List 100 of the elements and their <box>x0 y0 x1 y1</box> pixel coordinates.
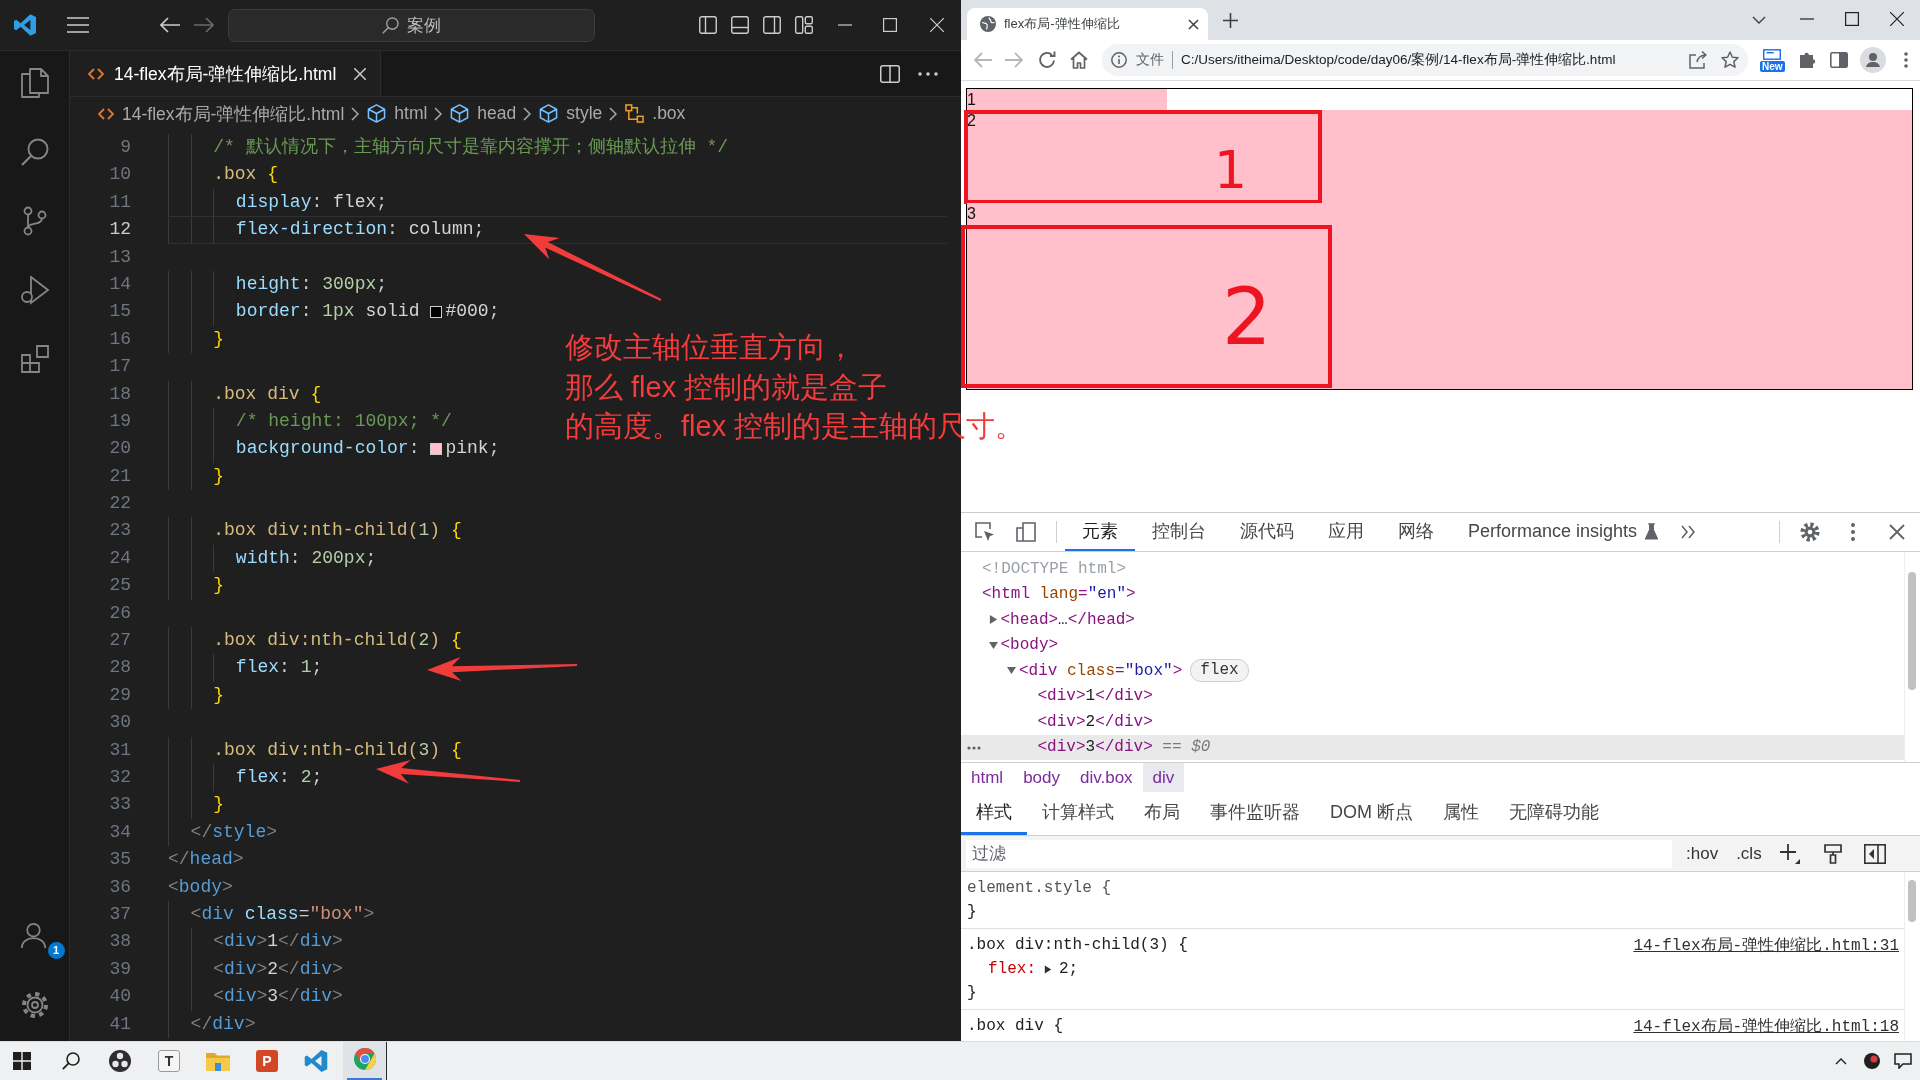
devtools-tab[interactable]: 元素 <box>1065 513 1135 551</box>
layout-badge[interactable]: flex <box>1190 659 1249 683</box>
disclosure-triangle-icon[interactable] <box>988 615 998 625</box>
code-editor-icon[interactable] <box>304 1050 328 1072</box>
paint-roller-icon[interactable] <box>1823 843 1842 864</box>
styles-pane-tab[interactable]: 无障碍功能 <box>1494 792 1614 835</box>
side-panel-icon[interactable] <box>1829 52 1848 68</box>
devtools-tab[interactable]: 源代码 <box>1223 513 1311 551</box>
dom-node[interactable]: <div>2</div> <box>1037 712 1153 731</box>
split-editor-icon[interactable] <box>880 64 900 83</box>
dom-node[interactable]: <html lang="en"> <box>982 585 1136 604</box>
app-tile[interactable]: T <box>158 1050 180 1072</box>
search-icon[interactable] <box>62 1052 80 1070</box>
start-icon[interactable] <box>13 1052 31 1070</box>
element-breadcrumb[interactable]: div <box>1142 763 1185 792</box>
element-breadcrumb[interactable]: html <box>961 763 1014 792</box>
selected-row-highlight[interactable]: <div>3</div> == $0 <box>961 734 1904 760</box>
dom-node[interactable]: <div>1</div> <box>1037 687 1153 706</box>
color-swatch-icon[interactable] <box>430 443 443 455</box>
color-swatch-icon[interactable] <box>430 306 443 319</box>
breadcrumb-item[interactable]: 14-flex布局-弹性伸缩比.html <box>98 101 345 126</box>
kebab-menu-icon[interactable] <box>1903 52 1908 68</box>
inspect-icon[interactable] <box>975 522 995 542</box>
devtools-tab[interactable]: 网络 <box>1381 513 1451 551</box>
css-value[interactable]: 2; <box>1059 960 1079 978</box>
styles-pane-tab[interactable]: 事件监听器 <box>1195 792 1315 835</box>
dom-node[interactable]: <body> <box>1000 636 1059 655</box>
filter-field[interactable]: 过滤 <box>966 839 1672 868</box>
maximize-icon[interactable] <box>1845 12 1859 26</box>
forward-arrow-icon[interactable] <box>194 17 214 33</box>
share-icon[interactable] <box>1689 51 1707 69</box>
source-link[interactable]: 14-flex布局-弹性伸缩比.html:31 <box>1633 934 1899 956</box>
styles-pane-tab[interactable]: 布局 <box>1129 792 1195 835</box>
devtools-tab[interactable]: 控制台 <box>1135 513 1223 551</box>
info-icon[interactable] <box>1111 52 1127 68</box>
extensions-icon[interactable] <box>19 344 50 374</box>
files-icon[interactable] <box>19 68 50 98</box>
element-breadcrumb[interactable]: body <box>1013 763 1070 792</box>
disclosure-triangle-icon[interactable] <box>1044 964 1052 974</box>
css-property[interactable]: flex: <box>988 960 1036 978</box>
menu-icon[interactable] <box>67 17 89 33</box>
command-center[interactable]: 案例 <box>228 8 595 42</box>
settings-icon[interactable] <box>1800 522 1820 542</box>
disclosure-triangle-icon[interactable] <box>988 640 998 650</box>
profile-icon[interactable] <box>1859 47 1886 73</box>
back-arrow-icon[interactable] <box>160 17 180 33</box>
more-icon[interactable] <box>918 71 938 76</box>
puzzle-icon[interactable] <box>1798 51 1817 69</box>
url-text[interactable]: C:/Users/itheima/Desktop/code/day06/案例/14-flex布局-弹性伸缩比.html <box>1181 51 1616 69</box>
disclosure-triangle-icon[interactable] <box>1007 666 1016 676</box>
address-bar[interactable]: 文件 C:/Users/itheima/Desktop/code/day06/案例/14-flex布局-弹性伸缩比.html <box>1102 44 1748 76</box>
styles-pane-tab[interactable]: 属性 <box>1428 792 1494 835</box>
new-tab-icon[interactable] <box>1223 13 1238 28</box>
layout-grid-icon[interactable] <box>795 16 813 34</box>
styles-pane-tab[interactable]: DOM 断点 <box>1315 792 1428 835</box>
app-tile[interactable]: P <box>256 1050 278 1072</box>
disc-app-icon[interactable] <box>108 1050 132 1072</box>
editor-tab[interactable]: 14-flex布局-弹性伸缩比.html <box>70 51 382 96</box>
browser-icon[interactable] <box>352 1048 377 1070</box>
dom-node[interactable]: <div>3</div> == $0 <box>1037 738 1211 757</box>
close-icon[interactable] <box>1890 12 1904 26</box>
breadcrumb-item[interactable]: .box <box>625 103 686 124</box>
extension-icon[interactable] <box>1763 48 1782 60</box>
kebab-menu-icon[interactable] <box>1851 523 1855 541</box>
device-toolbar-icon[interactable] <box>1016 522 1036 542</box>
star-icon[interactable] <box>1721 51 1739 69</box>
devtools-tab[interactable]: Performance insights <box>1451 513 1676 551</box>
line-number: 18 <box>108 382 131 406</box>
chevron-up-icon[interactable] <box>1835 1057 1847 1065</box>
devtools-tab[interactable]: 应用 <box>1311 513 1381 551</box>
tray-app-icon[interactable] <box>1864 1053 1880 1069</box>
scrollbar-thumb[interactable] <box>1908 572 1916 690</box>
close-icon[interactable] <box>1889 524 1905 540</box>
panel-toggle-icon[interactable] <box>731 16 749 34</box>
browser-tab[interactable]: flex布局-弹性伸缩比 <box>967 8 1208 40</box>
chevron-down-icon[interactable] <box>1752 16 1766 24</box>
home-icon[interactable] <box>1070 51 1088 69</box>
scrollbar-thumb[interactable] <box>1908 880 1916 922</box>
styles-pane-tab[interactable]: 计算样式 <box>1027 792 1129 835</box>
account-icon[interactable] <box>19 922 47 949</box>
settings-icon[interactable] <box>19 990 50 1020</box>
more-tabs-icon[interactable] <box>1681 525 1696 539</box>
breadcrumb-item[interactable]: head <box>450 103 517 124</box>
filter-toggle-button[interactable]: .cls <box>1732 841 1766 866</box>
ellipsis-icon[interactable] <box>967 745 981 750</box>
new-rule-icon[interactable] <box>1779 843 1800 864</box>
folder-icon[interactable] <box>206 1050 230 1072</box>
dom-node[interactable]: <div class="box"> <box>1019 661 1183 680</box>
breadcrumb-item[interactable]: html <box>367 103 428 124</box>
notification-icon[interactable] <box>1894 1053 1912 1069</box>
source-link[interactable]: 14-flex布局-弹性伸缩比.html:18 <box>1633 1015 1899 1037</box>
reload-icon[interactable] <box>1038 51 1056 69</box>
element-breadcrumb[interactable]: div.box <box>1070 763 1143 792</box>
secondary-sidebar-toggle-icon[interactable] <box>763 16 781 34</box>
filter-toggle-button[interactable]: :hov <box>1682 841 1723 866</box>
breadcrumb-item[interactable]: style <box>539 103 603 124</box>
dom-node[interactable]: <head>…</head> <box>1000 610 1135 629</box>
run-debug-icon[interactable] <box>19 275 50 305</box>
close-icon[interactable] <box>1188 18 1199 30</box>
sidebar-toggle-icon[interactable] <box>1863 843 1886 864</box>
